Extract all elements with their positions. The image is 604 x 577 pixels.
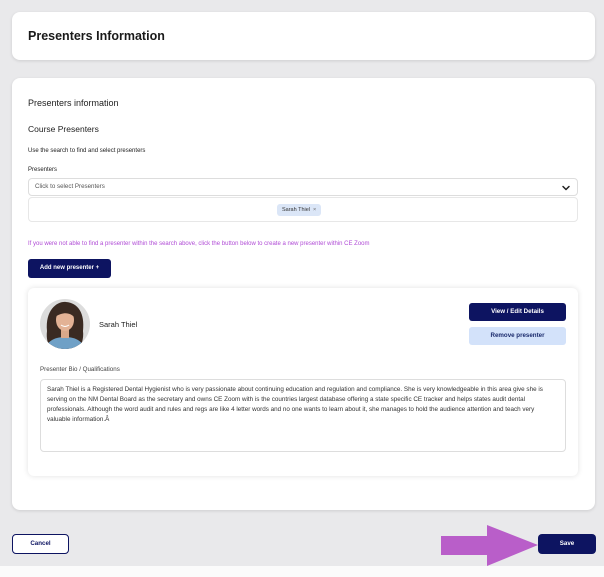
bottom-strip bbox=[0, 566, 604, 577]
avatar bbox=[40, 299, 90, 349]
presenter-chip-label: Sarah Thiel bbox=[282, 207, 311, 213]
presenters-panel: Presenters information Course Presenters… bbox=[12, 78, 595, 510]
page-title: Presenters Information bbox=[28, 29, 165, 43]
create-presenter-hint: If you were not able to find a presenter… bbox=[28, 241, 370, 247]
section-subtitle: Course Presenters bbox=[28, 124, 99, 134]
search-help-text: Use the search to find and select presen… bbox=[28, 148, 146, 154]
chip-remove-icon[interactable]: × bbox=[313, 207, 316, 213]
presenter-chip: Sarah Thiel × bbox=[277, 204, 322, 216]
presenters-field-label: Presenters bbox=[28, 167, 58, 173]
arrow-right-icon bbox=[441, 525, 538, 566]
page-header: Presenters Information bbox=[12, 12, 595, 60]
presenter-card: Sarah Thiel View / Edit Details Remove p… bbox=[28, 288, 578, 476]
add-new-presenter-button[interactable]: Add new presenter + bbox=[28, 259, 111, 278]
view-edit-details-button[interactable]: View / Edit Details bbox=[469, 303, 566, 321]
section-title: Presenters information bbox=[28, 98, 119, 108]
save-button[interactable]: Save bbox=[538, 534, 596, 554]
presenters-select-placeholder: Click to select Presenters bbox=[35, 183, 105, 190]
selected-presenters: Sarah Thiel × bbox=[28, 197, 578, 222]
cancel-button[interactable]: Cancel bbox=[12, 534, 69, 554]
presenter-bio-textarea[interactable]: Sarah Thiel is a Registered Dental Hygie… bbox=[40, 379, 566, 452]
chevron-down-icon[interactable] bbox=[561, 183, 571, 193]
bio-label: Presenter Bio / Qualifications bbox=[40, 366, 120, 373]
presenters-select[interactable]: Click to select Presenters bbox=[28, 178, 578, 196]
remove-presenter-button[interactable]: Remove presenter bbox=[469, 327, 566, 345]
presenter-name: Sarah Thiel bbox=[99, 320, 138, 329]
